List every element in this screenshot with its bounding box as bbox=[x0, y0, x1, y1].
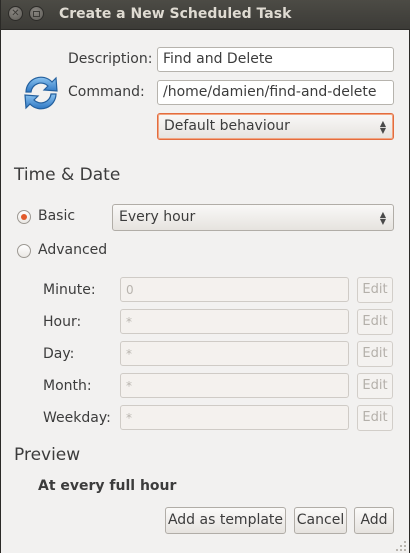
behaviour-select-value: Default behaviour bbox=[164, 118, 290, 134]
day-edit-button[interactable]: Edit bbox=[357, 341, 393, 367]
month-edit-button[interactable]: Edit bbox=[357, 373, 393, 399]
basic-radio[interactable] bbox=[17, 210, 31, 224]
advanced-radio[interactable] bbox=[17, 244, 31, 258]
weekday-edit-button[interactable]: Edit bbox=[357, 405, 393, 431]
description-label: Description: bbox=[68, 51, 153, 67]
command-field[interactable]: /home/damien/find-and-delete bbox=[157, 80, 394, 105]
basic-frequency-select[interactable]: Every hour ▲ ▼ bbox=[112, 204, 394, 231]
add-button[interactable]: Add bbox=[354, 507, 394, 534]
month-label: Month: bbox=[43, 378, 92, 394]
close-icon: ✕ bbox=[11, 7, 20, 19]
window-title: Create a New Scheduled Task bbox=[59, 6, 292, 22]
minute-field[interactable]: 0 bbox=[120, 277, 349, 302]
advanced-label: Advanced bbox=[38, 242, 108, 258]
day-label: Day: bbox=[43, 346, 75, 362]
description-field[interactable]: Find and Delete bbox=[157, 47, 394, 72]
minute-edit-button[interactable]: Edit bbox=[357, 277, 393, 303]
cancel-button[interactable]: Cancel bbox=[294, 507, 347, 534]
hour-label: Hour: bbox=[43, 314, 82, 330]
weekday-field[interactable]: * bbox=[120, 405, 349, 430]
close-button[interactable]: ✕ bbox=[8, 6, 23, 21]
minimize-icon bbox=[33, 10, 40, 17]
time-date-heading: Time & Date bbox=[14, 165, 121, 185]
dialog-window: ✕ Create a New Scheduled Task Descriptio… bbox=[0, 0, 410, 553]
weekday-label: Weekday: bbox=[43, 410, 111, 426]
behaviour-select[interactable]: Default behaviour ▲ ▼ bbox=[157, 113, 394, 140]
month-field[interactable]: * bbox=[120, 373, 349, 398]
resize-grip-icon[interactable] bbox=[396, 541, 406, 551]
basic-frequency-value: Every hour bbox=[119, 209, 196, 225]
updown-icon: ▲ ▼ bbox=[379, 210, 386, 226]
minute-label: Minute: bbox=[43, 282, 96, 298]
title-bar: ✕ Create a New Scheduled Task bbox=[1, 0, 410, 30]
preview-heading: Preview bbox=[14, 445, 81, 465]
day-field[interactable]: * bbox=[120, 341, 349, 366]
add-as-template-button[interactable]: Add as template bbox=[165, 507, 286, 534]
minimize-button[interactable] bbox=[29, 6, 44, 21]
refresh-icon bbox=[24, 76, 58, 110]
updown-icon: ▲ ▼ bbox=[379, 119, 386, 135]
hour-field[interactable]: * bbox=[120, 309, 349, 334]
hour-edit-button[interactable]: Edit bbox=[357, 309, 393, 335]
basic-label: Basic bbox=[38, 208, 76, 224]
preview-text: At every full hour bbox=[38, 478, 177, 494]
command-label: Command: bbox=[68, 84, 145, 100]
